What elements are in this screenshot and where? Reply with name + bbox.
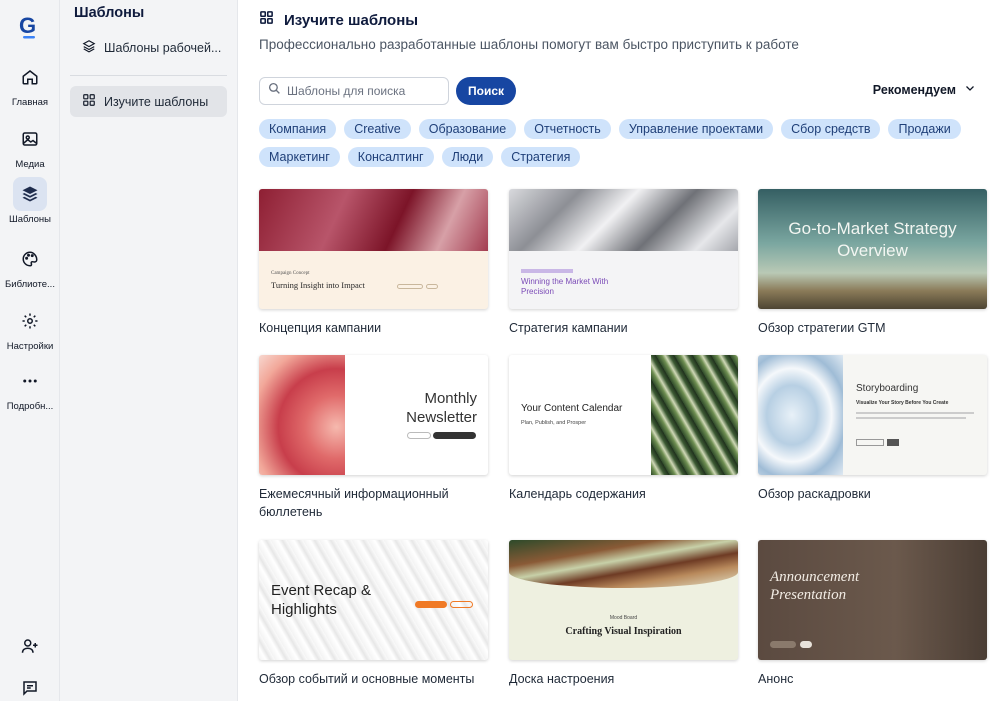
subnav-title: Шаблоны [74,5,145,21]
page-title: Изучите шаблоны [284,11,419,29]
subnav-item-explore-templates[interactable]: Изучите шаблоны [70,86,227,117]
template-thumbnail: Monthly Newsletter [259,355,488,475]
thumb-subtitle: Plan, Publish, and Prosper [521,420,587,426]
template-thumbnail: Announcement Presentation [758,540,987,660]
thumb-title: Event Recap & Highlights [271,582,372,618]
template-card[interactable]: Winning the Market With Precision Страте… [509,189,738,337]
rail-item-label: Библиоте... [5,279,55,290]
grid-icon [259,10,274,30]
template-caption: Доска настроения [509,672,615,686]
subnav-item-label: Изучите шаблоны [104,94,209,109]
category-chips: Компания Creative Образование Отчетность… [259,119,979,175]
subnav-item-workspace-templates[interactable]: Шаблоны рабочей... [70,32,227,63]
template-caption: Календарь содержания [509,487,646,501]
template-thumbnail: Event Recap & Highlights [259,540,488,660]
template-card[interactable]: Your Content Calendar Plan, Publish, and… [509,355,738,503]
rail-item-settings[interactable]: Настройки [0,304,60,352]
thumb-title: Announcement Presentation [770,569,860,603]
template-caption: Ежемесячный информационный бюллетень [259,487,449,519]
sort-label: Рекомендуем [872,82,956,97]
template-caption: Обзор событий и основные моменты [259,672,475,686]
template-thumbnail: Go-to-Market Strategy Overview [758,189,987,309]
rail-item-label: Главная [11,97,49,108]
rail-item-label: Настройки [6,341,54,352]
template-thumbnail: Storyboarding Visualize Your Story Befor… [758,355,987,475]
template-thumbnail: Winning the Market With Precision [509,189,738,309]
add-user-button[interactable] [13,633,47,663]
chip-consulting[interactable]: Консалтинг [347,147,434,167]
more-icon [13,364,47,398]
chip-company[interactable]: Компания [259,119,337,139]
left-rail: G Главная Медиа Шаблоны Библиоте... Наст… [0,0,60,701]
rail-item-templates[interactable]: Шаблоны [0,177,60,225]
layers-icon [13,177,47,211]
rail-item-library[interactable]: Библиоте... [0,242,60,290]
rail-item-home[interactable]: Главная [0,60,60,108]
template-card[interactable]: Go-to-Market Strategy Overview Обзор стр… [758,189,987,337]
gear-icon [13,304,47,338]
chip-project-management[interactable]: Управление проектами [618,119,774,139]
grid-icon [82,93,104,110]
rail-item-label: Медиа [15,159,45,170]
template-thumbnail: Your Content Calendar Plan, Publish, and… [509,355,738,475]
chip-sales[interactable]: Продажи [888,119,961,139]
template-card[interactable]: Announcement Presentation Анонс [758,540,987,688]
page-header: Изучите шаблоны [259,10,418,30]
thumb-kicker: Campaign Concept [271,271,310,276]
template-caption: Концепция кампании [259,321,382,335]
template-card[interactable]: Mood Board Crafting Visual Inspiration Д… [509,540,738,688]
template-card[interactable]: Event Recap & Highlights Обзор событий и… [259,540,488,688]
thumb-title: Monthly Newsletter [406,390,477,426]
divider [70,75,227,76]
template-thumbnail: Campaign Concept Turning Insight into Im… [259,189,488,309]
chevron-down-icon [956,82,976,97]
main-content: Изучите шаблоны Профессионально разработ… [238,0,1000,701]
rail-item-label: Шаблоны [8,214,51,225]
rail-item-label: Подробн... [6,401,54,412]
thumb-title: Storyboarding [856,383,919,394]
chip-fundraising[interactable]: Сбор средств [781,119,881,139]
template-thumbnail: Mood Board Crafting Visual Inspiration [509,540,738,660]
app-logo[interactable]: G [17,12,43,40]
chip-marketing[interactable]: Маркетинг [259,147,340,167]
templates-subnav: Шаблоны Шаблоны рабочей... Изучите шабло… [60,0,238,701]
sort-dropdown[interactable]: Рекомендуем [873,82,976,97]
thumb-title: Winning the Market With Precision [521,277,609,296]
template-card[interactable]: Campaign Concept Turning Insight into Im… [259,189,488,337]
template-card[interactable]: Storyboarding Visualize Your Story Befor… [758,355,987,503]
subnav-item-label: Шаблоны рабочей... [104,40,222,55]
chip-people[interactable]: Люди [441,147,494,167]
home-icon [13,60,47,94]
search-icon [268,82,281,100]
chip-creative[interactable]: Creative [344,119,411,139]
template-caption: Обзор раскадровки [758,487,871,501]
image-icon [13,122,47,156]
feedback-button[interactable] [13,675,47,701]
template-caption: Анонс [758,672,794,686]
search-input[interactable] [287,84,437,98]
svg-text:G: G [19,13,36,38]
chip-education[interactable]: Образование [418,119,517,139]
chip-strategy[interactable]: Стратегия [501,147,581,167]
chip-reporting[interactable]: Отчетность [524,119,611,139]
search-button[interactable]: Поиск [456,77,516,105]
thumb-title: Your Content Calendar [521,403,623,414]
template-caption: Стратегия кампании [509,321,628,335]
layers-icon [82,39,104,56]
chat-icon [21,679,39,701]
page-subtitle: Профессионально разработанные шаблоны по… [259,37,799,52]
thumb-title: Crafting Visual Inspiration [565,626,682,637]
thumb-kicker: Mood Board [609,615,638,621]
add-user-icon [21,637,39,660]
rail-item-media[interactable]: Медиа [0,122,60,170]
thumb-title: Go-to-Market Strategy Overview [788,219,957,260]
rail-item-more[interactable]: Подробн... [0,364,60,412]
palette-icon [13,242,47,276]
template-caption: Обзор стратегии GTM [758,321,886,335]
thumb-subtitle: Visualize Your Story Before You Create [856,400,949,406]
thumb-title: Turning Insight into Impact [271,280,365,290]
template-card[interactable]: Monthly Newsletter Ежемесячный информаци… [259,355,488,521]
search-box [259,77,449,105]
